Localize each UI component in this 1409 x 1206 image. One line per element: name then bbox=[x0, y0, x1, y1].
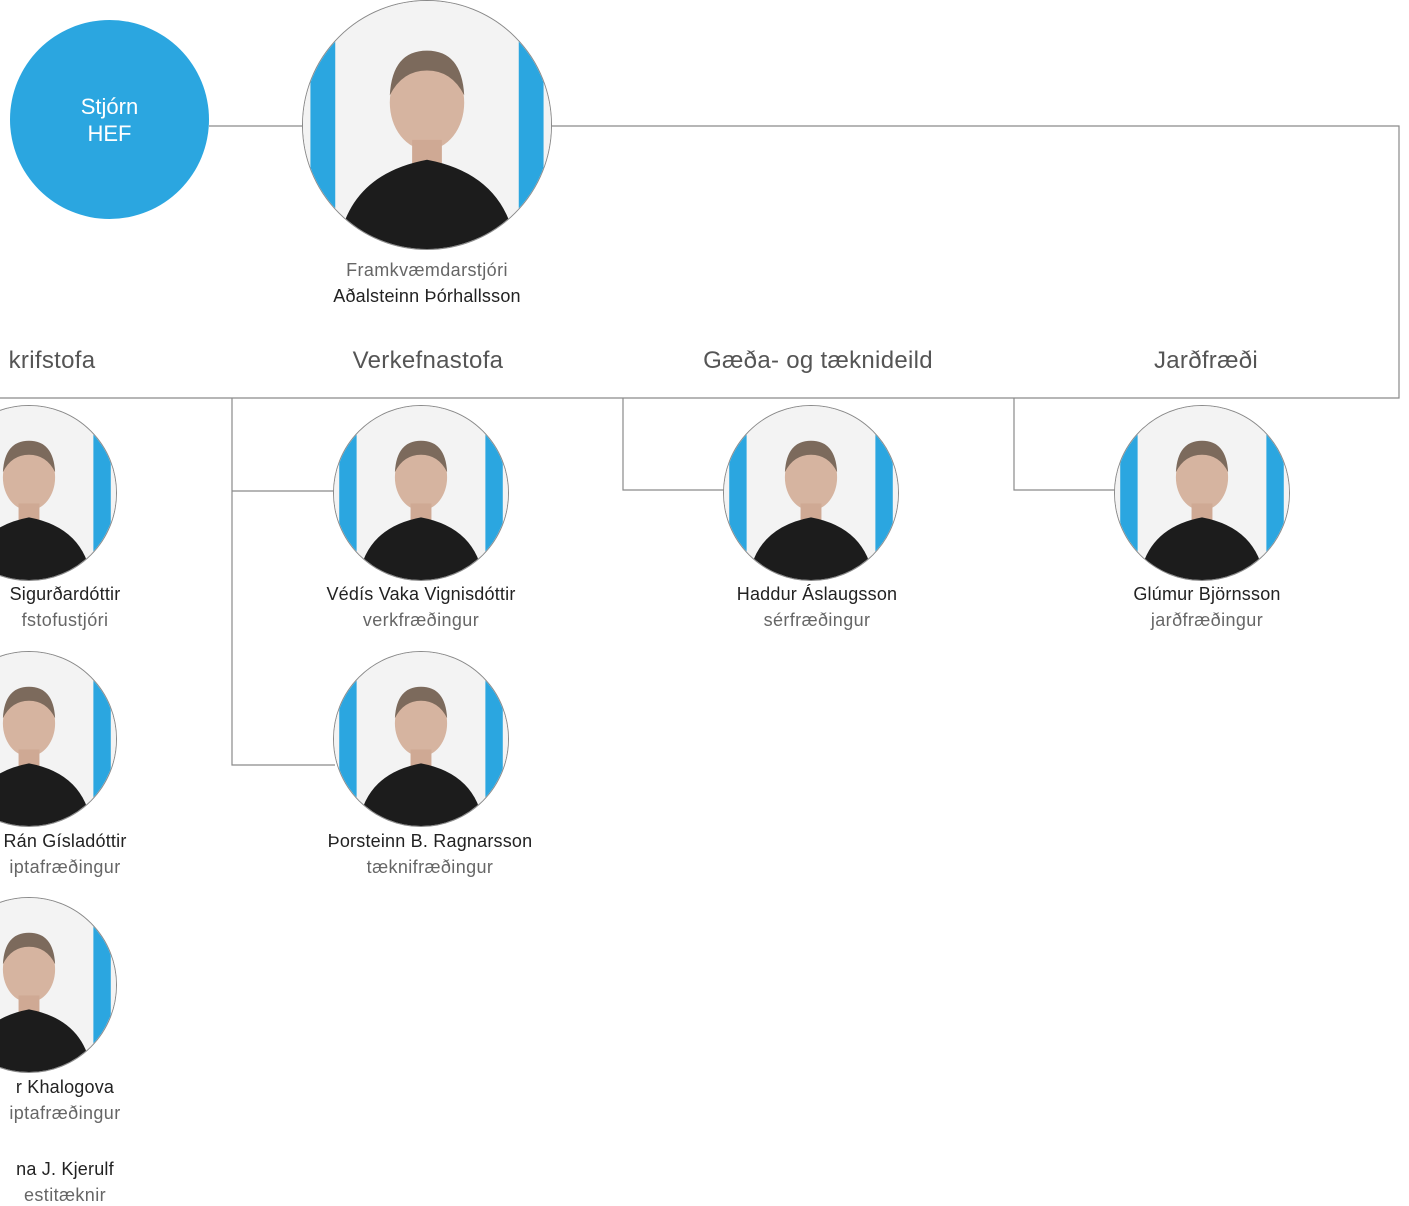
board-node: Stjórn HEF bbox=[10, 20, 209, 219]
member-name: Glúmur Björnsson bbox=[1133, 584, 1281, 604]
member-role: iptafræðingur bbox=[9, 1103, 121, 1123]
member-role: fstofustjóri bbox=[21, 610, 109, 630]
member-caption: Védís Vaka Vignisdóttir verkfræðingur bbox=[271, 581, 571, 633]
director-caption: Framkvæmdarstjóri Aðalsteinn Þórhallsson bbox=[277, 257, 577, 309]
member-role: estitæknir bbox=[23, 1185, 107, 1205]
department-label-gaeda: Gæða- og tæknideild bbox=[703, 347, 933, 374]
director-role: Framkvæmdarstjóri bbox=[346, 260, 508, 280]
member-role: tæknifræðingur bbox=[366, 857, 494, 877]
member-photo bbox=[333, 651, 509, 827]
gaeda-branch bbox=[622, 398, 724, 491]
board-label-line1: Stjórn bbox=[80, 93, 139, 119]
member-caption: r Khalogova iptafræðingur bbox=[0, 1074, 170, 1126]
org-chart: Stjórn HEF Framkvæmdarstjóri Aðalsteinn … bbox=[0, 0, 1409, 1206]
member-name: Haddur Áslaugsson bbox=[736, 584, 898, 604]
member-photo bbox=[723, 405, 899, 581]
member-role: sérfræðingur bbox=[763, 610, 871, 630]
member-name: r Khalogova bbox=[15, 1077, 115, 1097]
member-role: jarðfræðingur bbox=[1150, 610, 1264, 630]
portrait-photo bbox=[334, 652, 508, 826]
department-label-krifstofa: krifstofa bbox=[8, 347, 96, 374]
member-caption: Sigurðardóttir fstofustjóri bbox=[0, 581, 170, 633]
member-photo bbox=[333, 405, 509, 581]
member-name: na J. Kjerulf bbox=[16, 1159, 114, 1179]
portrait-photo bbox=[1115, 406, 1289, 580]
member-caption: Rán Gísladóttir iptafræðingur bbox=[0, 828, 170, 880]
board-label-line2: HEF bbox=[87, 120, 132, 146]
portrait-photo bbox=[303, 1, 551, 249]
member-name: Rán Gísladóttir bbox=[3, 831, 127, 851]
member-role: iptafræðingur bbox=[9, 857, 121, 877]
director-name: Aðalsteinn Þórhallsson bbox=[333, 286, 521, 306]
portrait-photo bbox=[334, 406, 508, 580]
department-label-verkefnastofa: Verkefnastofa bbox=[352, 347, 504, 374]
member-caption: na J. Kjerulf estitæknir bbox=[0, 1156, 170, 1206]
portrait-photo bbox=[724, 406, 898, 580]
member-name: Sigurðardóttir bbox=[9, 584, 121, 604]
jardfraedi-branch bbox=[1013, 398, 1115, 491]
member-caption: Haddur Áslaugsson sérfræðingur bbox=[667, 581, 967, 633]
member-caption: Glúmur Björnsson jarðfræðingur bbox=[1057, 581, 1357, 633]
member-role: verkfræðingur bbox=[362, 610, 480, 630]
member-name: Þorsteinn B. Ragnarsson bbox=[327, 831, 533, 851]
member-caption: Þorsteinn B. Ragnarsson tæknifræðingur bbox=[280, 828, 580, 880]
member-photo bbox=[1114, 405, 1290, 581]
director-photo bbox=[302, 0, 552, 250]
department-label-jardfraedi: Jarðfræði bbox=[1153, 347, 1259, 374]
member-name: Védís Vaka Vignisdóttir bbox=[326, 584, 516, 604]
